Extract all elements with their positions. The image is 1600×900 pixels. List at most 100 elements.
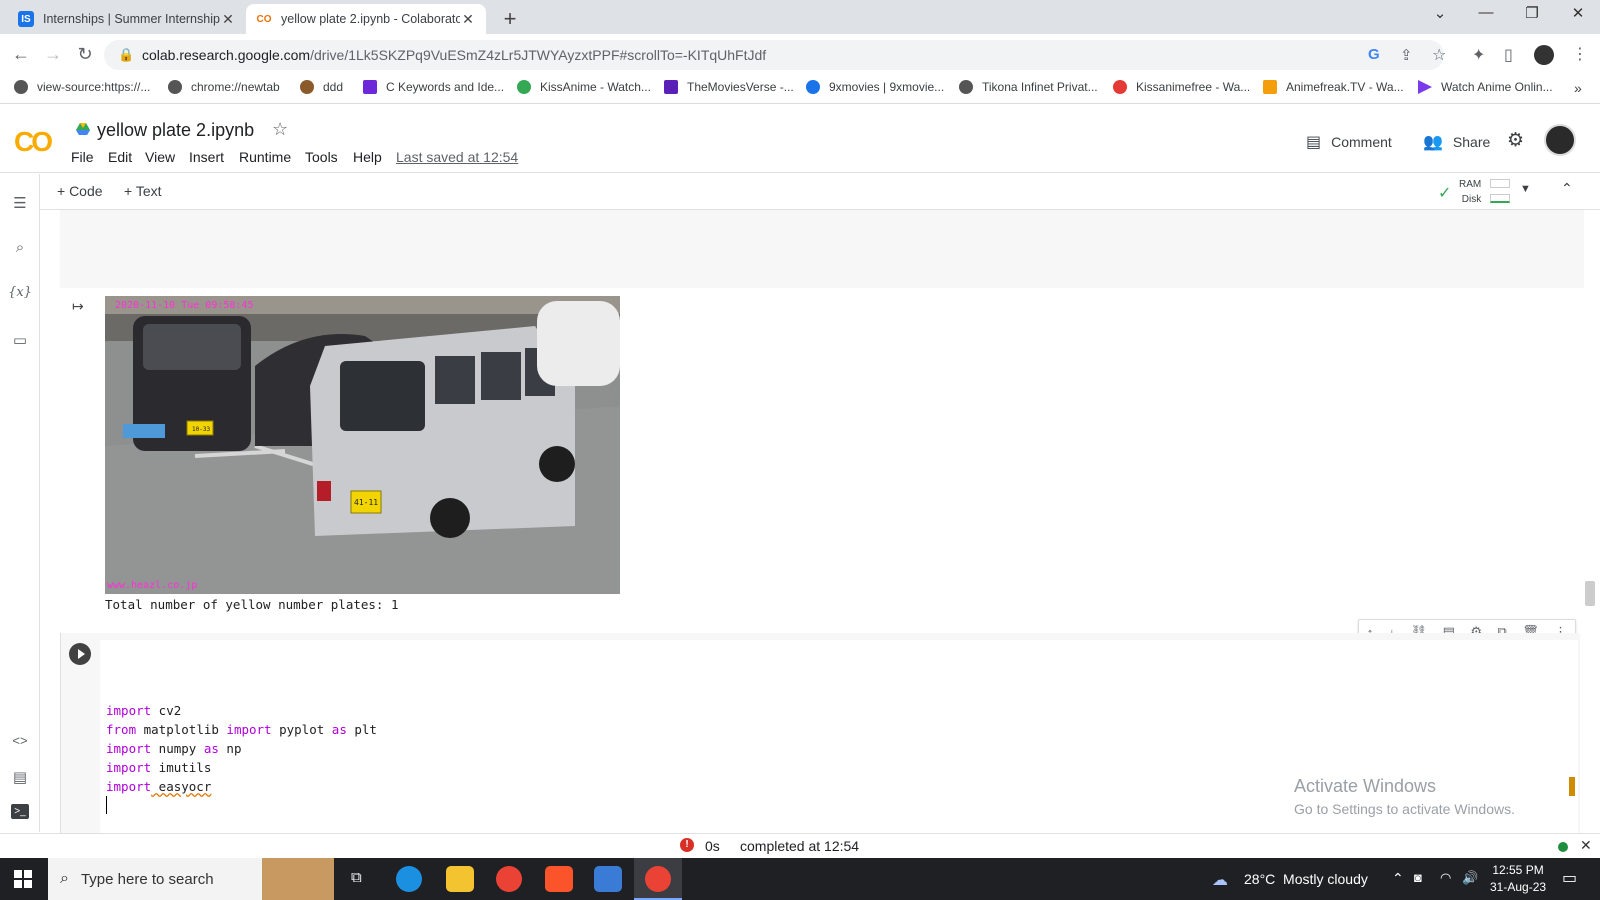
- edge-browser-icon[interactable]: [396, 866, 422, 892]
- show-hidden-icons-chevron[interactable]: ⌃: [1392, 870, 1404, 887]
- weather-cloud-icon[interactable]: ☁: [1212, 870, 1228, 890]
- code-snippets-icon[interactable]: <>: [8, 733, 32, 748]
- scroll-marker: [1569, 777, 1575, 796]
- bookmark-item[interactable]: Animefreak.TV - Wa...: [1263, 80, 1404, 94]
- colab-favicon-icon: CO: [256, 13, 272, 25]
- bookmark-item[interactable]: Tikona Infinet Privat...: [959, 80, 1098, 94]
- execution-duration[interactable]: 0s: [705, 838, 720, 854]
- browser-tab-internships[interactable]: IS Internships | Summer Internship 2 ✕: [8, 4, 246, 34]
- close-tab-icon[interactable]: ✕: [220, 11, 236, 28]
- google-drive-icon[interactable]: [76, 122, 90, 136]
- globe-icon: [14, 80, 28, 94]
- notifications-icon[interactable]: ▭: [1562, 868, 1577, 888]
- menu-tools[interactable]: Tools: [305, 149, 338, 165]
- wifi-icon[interactable]: ◠: [1440, 870, 1451, 886]
- bookmark-item[interactable]: Kissanimefree - Wa...: [1113, 80, 1250, 94]
- bookmark-item[interactable]: ddd: [300, 80, 343, 94]
- run-cell-button[interactable]: [69, 643, 91, 665]
- folder-icon[interactable]: ▭: [8, 331, 32, 349]
- menu-runtime[interactable]: Runtime: [239, 149, 291, 165]
- plate-text-2: 41-11: [354, 498, 378, 507]
- activate-windows-subtitle: Go to Settings to activate Windows.: [1294, 801, 1515, 817]
- variables-icon[interactable]: {x}: [8, 285, 32, 300]
- chrome-menu-icon[interactable]: ⋮: [1572, 44, 1588, 64]
- extensions-puzzle-icon[interactable]: ✦: [1472, 45, 1485, 65]
- microsoft-store-icon[interactable]: [594, 866, 622, 892]
- chrome-icon[interactable]: [496, 866, 522, 892]
- output-result-text: Total number of yellow number plates: 1: [105, 597, 399, 612]
- close-status-icon[interactable]: ✕: [1580, 837, 1592, 854]
- bookmark-star-icon[interactable]: ☆: [1432, 45, 1446, 65]
- close-window-icon[interactable]: ✕: [1558, 4, 1598, 22]
- bookmark-item[interactable]: C Keywords and Ide...: [363, 80, 504, 94]
- terminal-icon[interactable]: >_: [11, 804, 29, 819]
- menu-help[interactable]: Help: [353, 149, 382, 165]
- internshala-favicon-icon: IS: [18, 11, 34, 27]
- command-palette-icon[interactable]: ▤: [8, 768, 32, 786]
- collapse-header-icon[interactable]: ⌃: [1561, 180, 1573, 197]
- brave-browser-icon[interactable]: [545, 866, 573, 892]
- runtime-dropdown-icon[interactable]: ▼: [1520, 183, 1531, 195]
- menu-view[interactable]: View: [145, 149, 175, 165]
- lock-icon[interactable]: 🔒: [118, 47, 134, 63]
- menu-file[interactable]: File: [71, 149, 94, 165]
- file-explorer-icon[interactable]: [446, 866, 474, 892]
- user-avatar[interactable]: [1544, 124, 1576, 156]
- url-text[interactable]: colab.research.google.com/drive/1Lk5SKZP…: [142, 47, 766, 63]
- volume-icon[interactable]: 🔊: [1462, 870, 1478, 886]
- close-tab-icon[interactable]: ✕: [460, 11, 476, 28]
- settings-gear-icon[interactable]: ⚙: [1507, 129, 1524, 152]
- bookmark-item[interactable]: TheMoviesVerse -...: [664, 80, 794, 94]
- side-panel-icon[interactable]: ▯: [1504, 45, 1513, 65]
- bookmark-item[interactable]: chrome://newtab: [168, 80, 280, 94]
- car-output-image: 2020-11-10 Tue 09:58:45 www.heazl.co.jp …: [105, 296, 620, 594]
- add-code-button[interactable]: + Code: [57, 183, 103, 199]
- bookmark-item[interactable]: 9xmovies | 9xmovie...: [806, 80, 944, 94]
- minimize-icon[interactable]: —: [1466, 4, 1506, 21]
- add-text-button[interactable]: + Text: [124, 183, 162, 199]
- system-clock[interactable]: 12:55 PM 31-Aug-23: [1490, 862, 1546, 896]
- ram-label: RAM: [1459, 179, 1482, 190]
- tab-search-chevron-icon[interactable]: ⌄: [1420, 4, 1460, 22]
- profile-avatar[interactable]: [1534, 45, 1554, 65]
- chrome-icon[interactable]: [645, 866, 671, 892]
- table-of-contents-icon[interactable]: ☰: [8, 194, 32, 212]
- resources-indicator[interactable]: RAM Disk: [1459, 177, 1481, 207]
- error-status-icon[interactable]: !: [680, 838, 694, 852]
- bookmarks-overflow-chevron[interactable]: »: [1574, 80, 1582, 96]
- bookmark-item[interactable]: Watch Anime Onlin...: [1418, 80, 1553, 94]
- meet-now-icon[interactable]: ◙: [1414, 870, 1422, 885]
- url-domain: colab.research.google.com: [142, 47, 311, 63]
- browser-tab-colab[interactable]: CO yellow plate 2.ipynb - Colaborato ✕: [246, 4, 486, 34]
- windows-start-icon[interactable]: [14, 870, 32, 888]
- colab-logo[interactable]: CO: [14, 126, 53, 158]
- menu-edit[interactable]: Edit: [108, 149, 132, 165]
- scrollbar-thumb[interactable]: [1585, 581, 1595, 606]
- task-view-icon[interactable]: ⧉: [351, 869, 362, 886]
- restore-icon[interactable]: ❐: [1512, 4, 1552, 22]
- search-icon: ⌕: [60, 870, 69, 887]
- site-favicon-icon: [300, 80, 314, 94]
- execution-completed[interactable]: completed at 12:54: [740, 838, 859, 854]
- site-favicon-icon: [517, 80, 531, 94]
- bookmark-item[interactable]: view-source:https://...: [14, 80, 150, 94]
- connected-check-icon[interactable]: ✓: [1438, 183, 1451, 203]
- new-tab-plus-icon[interactable]: +: [498, 6, 522, 32]
- output-redirect-icon[interactable]: ↦: [72, 298, 84, 315]
- reload-icon[interactable]: ↻: [74, 44, 96, 65]
- last-saved-link[interactable]: Last saved at 12:54: [396, 149, 518, 165]
- comment-button[interactable]: ▤ Comment: [1306, 132, 1392, 152]
- google-lens-icon[interactable]: G: [1368, 46, 1380, 63]
- connection-status-dot: [1558, 842, 1568, 852]
- menu-insert[interactable]: Insert: [189, 149, 224, 165]
- share-page-icon[interactable]: ⇪: [1400, 46, 1413, 64]
- search-icon[interactable]: ⌕: [8, 239, 32, 256]
- notebook-title[interactable]: yellow plate 2.ipynb: [97, 120, 254, 141]
- star-icon[interactable]: ☆: [272, 119, 288, 140]
- code-text[interactable]: import cv2 from matplotlib import pyplot …: [106, 701, 377, 796]
- bookmark-item[interactable]: KissAnime - Watch...: [517, 80, 651, 94]
- back-arrow-icon[interactable]: ←: [10, 44, 32, 65]
- share-button[interactable]: 👥 Share: [1423, 132, 1490, 152]
- weather-text[interactable]: 28°C Mostly cloudy: [1244, 871, 1368, 887]
- forward-arrow-icon[interactable]: →: [42, 44, 64, 65]
